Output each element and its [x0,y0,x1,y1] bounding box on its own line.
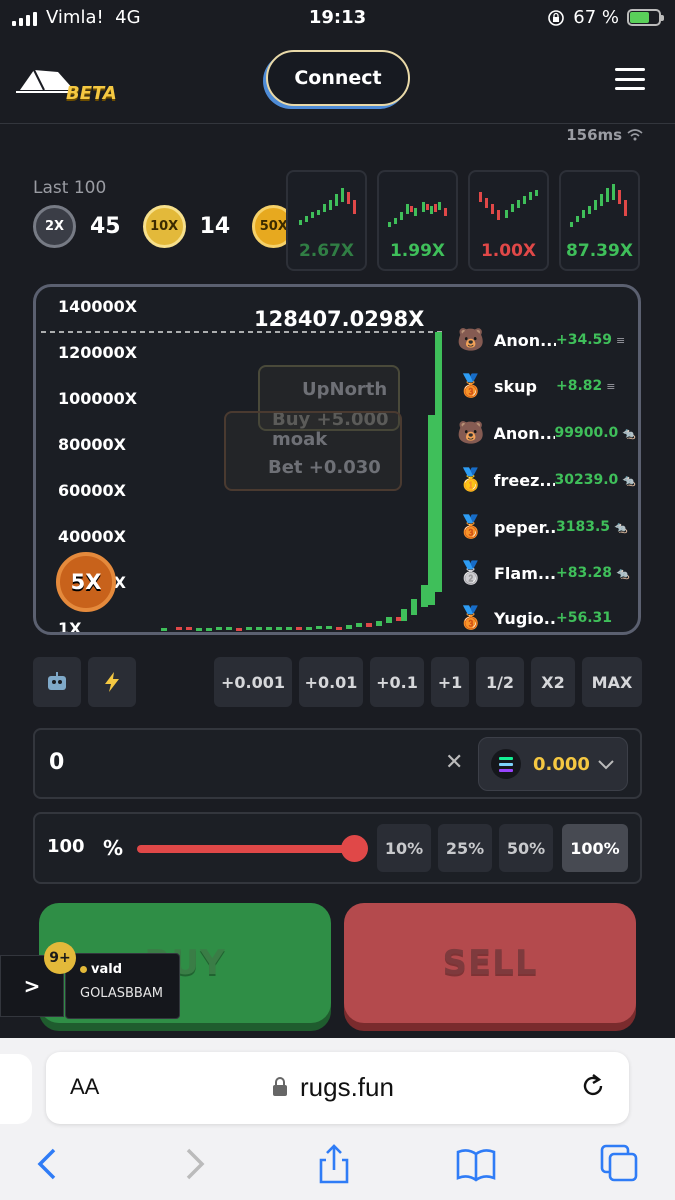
percent-50-button[interactable]: 50% [499,824,553,872]
add-1-button[interactable]: +1 [431,657,469,707]
half-button[interactable]: 1/2 [476,657,524,707]
trader-row: 🥉 Yugio... +56.31 [456,603,636,632]
rat-icon: 🐀 [614,520,628,534]
connect-wallet-button[interactable]: Connect [266,50,410,106]
battery-icon [627,9,664,26]
previous-tab-peek[interactable] [0,1054,32,1124]
recent-round-multiplier: 2.67X [298,241,355,261]
recent-round-card[interactable]: 1.99X [377,170,458,271]
lightning-icon [105,672,119,692]
app-header: BETA Connect [0,40,675,124]
unread-badge: 9+ [44,942,76,974]
beta-badge: BETA [66,83,117,104]
mini-chart-icon [299,188,356,225]
tabs-icon[interactable] [598,1142,642,1186]
currency-selector[interactable]: 0.000 [478,737,628,791]
sell-button[interactable]: SELL [344,903,636,1023]
rat-icon: 🐀 [616,566,630,580]
lock-icon [273,1077,287,1096]
recent-round-multiplier: 1.00X [480,241,537,261]
mini-chart-icon [388,202,447,227]
coin-icon: ≡ [606,379,616,393]
slider-handle[interactable] [341,835,368,862]
percent-100-button[interactable]: 100% [562,824,628,872]
double-button[interactable]: X2 [531,657,575,707]
back-icon[interactable] [26,1142,70,1186]
recent-round-multiplier: 1.99X [389,241,446,261]
ghost-trade-user: moak [272,429,328,450]
trader-row: 🥉 peper... 3183.5 🐀 [456,512,636,542]
trader-row: 🥈 Flam... +83.28 🐀 [456,558,636,588]
recent-round-multiplier: 87.39X [566,241,633,261]
online-dot-icon [80,966,87,973]
recent-round-card[interactable]: 1.00X [468,170,549,271]
quick-trade-button[interactable] [88,657,136,707]
add-0.001-button[interactable]: +0.001 [214,657,292,707]
rank-gold-icon: 🥇 [457,467,485,493]
chat-preview[interactable]: vald GOLASBBAM [65,953,180,1019]
live-price-chart: 140000X 120000X 100000X 80000X 60000X 40… [33,284,641,635]
trader-row: 🐻 Anon... +34.59 ≡ [456,325,636,355]
chevron-down-icon [598,755,614,774]
bear-icon: 🐻 [457,420,485,446]
count-2x: 45 [90,214,121,239]
connection-icon [627,129,643,141]
recent-rounds: 2.67X 1.99X 1.00X 87.39X [286,170,640,271]
10x-coin-icon: 10X [142,205,186,248]
add-0.1-button[interactable]: +0.1 [370,657,424,707]
forward-icon[interactable] [172,1142,216,1186]
address-bar[interactable]: AA rugs.fun [46,1052,629,1124]
recent-round-card[interactable]: 2.67X [286,170,367,271]
rat-icon: 🐀 [622,473,636,487]
battery-percent: 67 % [573,7,619,28]
percentage-slider[interactable] [137,845,363,853]
mini-chart-icon [479,190,538,220]
trader-row: 🥇 freez... 30239.0 🐀 [456,465,636,495]
chat-message: GOLASBBAM [80,986,163,1001]
percent-25-button[interactable]: 25% [438,824,492,872]
mini-chart-icon [570,184,627,227]
chat-username: vald [80,962,122,977]
rank-bronze-icon: 🥉 [457,373,485,399]
bookmarks-icon[interactable] [454,1142,498,1186]
clear-amount-icon[interactable]: ✕ [445,750,463,775]
rank-bronze-icon: 🥉 [457,514,485,540]
rat-icon: 🐀 [622,426,636,440]
browser-toolbar: AA rugs.fun [0,1038,675,1200]
sell-percentage-row: 100 % 10% 25% 50% 100% [33,812,642,884]
recent-round-card[interactable]: 87.39X [559,170,640,271]
current-multiplier: 128407.0298X [254,307,425,331]
orientation-lock-icon [548,9,565,26]
bear-icon: 🐻 [457,327,485,353]
robot-icon [48,672,66,690]
ghost-trade-text: Bet +0.030 [268,457,381,478]
count-10x: 14 [199,214,231,239]
rank-silver-icon: 🥈 [457,560,485,586]
solana-icon [491,749,521,779]
reload-icon[interactable] [579,1072,607,1100]
bet-amount-value[interactable]: 0 [49,750,64,775]
bet-amount-field[interactable]: 0 ✕ 0.000 [33,728,642,799]
url-text[interactable]: rugs.fun [300,1072,394,1103]
currency-balance: 0.000 [533,753,590,775]
2x-coin-icon: 2X [33,205,76,248]
text-size-button[interactable]: AA [70,1074,99,1100]
add-0.01-button[interactable]: +0.01 [299,657,363,707]
share-icon[interactable] [312,1142,356,1186]
trader-row: 🥉 skup +8.82 ≡ [456,371,636,401]
ghost-trade-card: moak Bet +0.030 [224,411,402,491]
bot-button[interactable] [33,657,81,707]
hamburger-menu-icon[interactable] [615,68,645,90]
rug-multiplier-badge: 5X [56,552,116,612]
status-bar: Vimla! 4G 19:13 67 % [0,0,675,40]
trader-row: 🐻 Anon... 99900.0 🐀 [456,418,636,448]
history-title: Last 100 [33,178,107,198]
max-button[interactable]: MAX [582,657,642,707]
coin-icon: ≡ [616,333,626,347]
percentage-value[interactable]: 100 [47,836,85,857]
percent-sign: % [103,836,124,860]
ghost-trade-user: UpNorth [302,379,388,400]
percent-10-button[interactable]: 10% [377,824,431,872]
rank-bronze-icon: 🥉 [457,605,485,631]
